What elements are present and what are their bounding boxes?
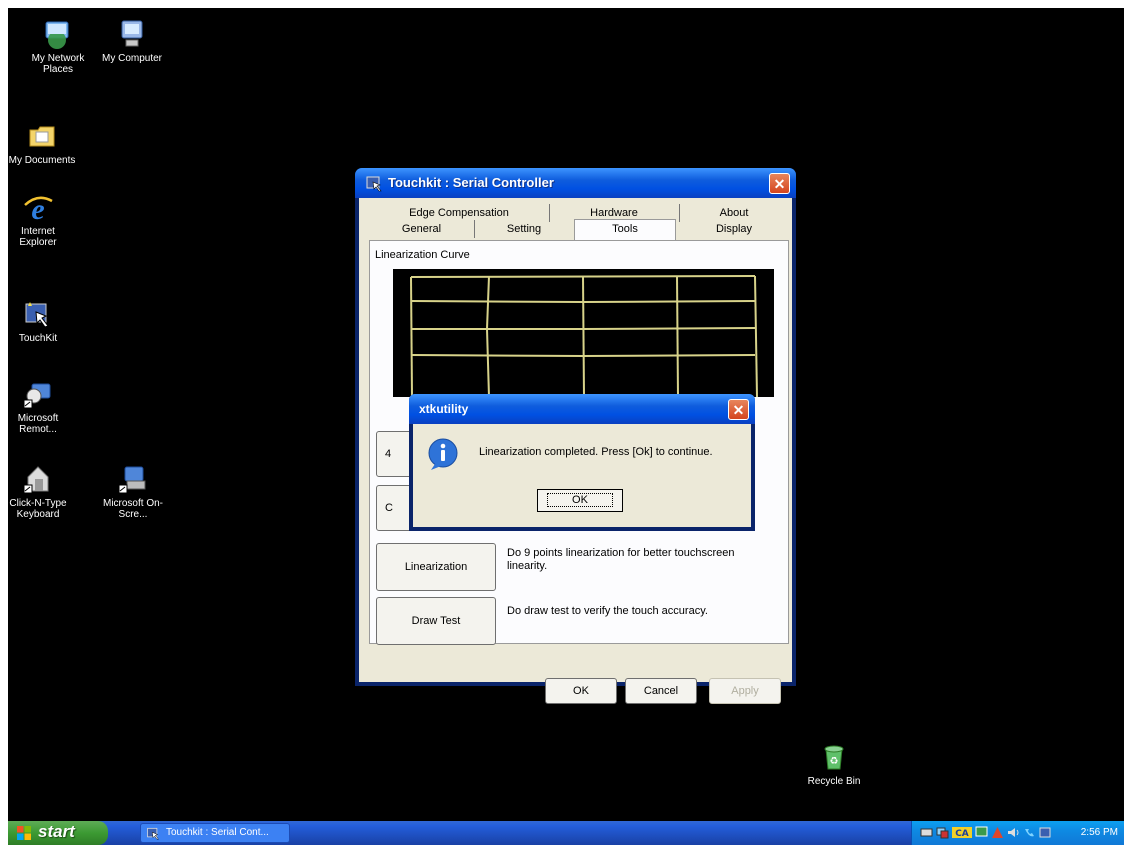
tab-setting[interactable]: Setting: [474, 220, 575, 238]
recycle-bin-icon: ♻: [824, 745, 844, 770]
desktop-icon-internet-explorer[interactable]: e Internet Explorer: [8, 191, 73, 248]
linearization-description: Do 9 points linearization for better tou…: [507, 547, 735, 572]
folder-icon: [29, 126, 55, 147]
desktop-icon-recycle-bin[interactable]: ♻ Recycle Bin: [794, 741, 874, 787]
desktop: My Network Places My Computer My Documen…: [8, 8, 1124, 845]
windows-logo-icon: [17, 826, 31, 840]
draw-test-button[interactable]: Draw Test: [376, 597, 496, 645]
desktop-icon-my-documents[interactable]: My Documents: [8, 120, 82, 166]
desktop-icon-touchkit[interactable]: TouchKit: [8, 298, 73, 344]
remote-desktop-icon: [23, 383, 51, 409]
touchkit-icon: [147, 827, 159, 840]
clock: 2:56 PM: [1080, 827, 1118, 838]
alert-tray-icon[interactable]: [991, 826, 1004, 839]
dialog-title-bar[interactable]: xtkutility ✕: [409, 394, 755, 424]
ok-button[interactable]: OK: [545, 678, 617, 704]
dialog-body: Linearization completed. Press [Ok] to c…: [413, 424, 751, 527]
linearization-curve-graph: [393, 269, 774, 397]
cancel-button[interactable]: Cancel: [625, 678, 697, 704]
internet-explorer-icon: e: [24, 193, 53, 223]
curve-line-v3: [582, 275, 585, 397]
apply-button: Apply: [709, 678, 781, 704]
close-icon: ✕: [773, 176, 786, 192]
window-title-bar[interactable]: Touchkit : Serial Controller ✕: [355, 168, 796, 198]
touchkit-icon: [25, 302, 49, 328]
ca-tray-icon[interactable]: CA: [952, 826, 972, 839]
desktop-icon-ms-remote[interactable]: Microsoft Remot...: [8, 378, 73, 435]
touchkit-icon: [366, 176, 382, 192]
keyboard-tray-icon[interactable]: [920, 826, 933, 839]
start-label: start: [38, 822, 75, 841]
keyboard-icon: [23, 466, 49, 494]
desktop-icon-clickntype[interactable]: Click-N-Type Keyboard: [8, 463, 73, 520]
system-tray: CA 2:56 PM: [911, 821, 1124, 845]
dialog-close-button[interactable]: ✕: [728, 399, 749, 420]
volume-tray-icon[interactable]: [1007, 826, 1020, 839]
desktop-icon-my-computer[interactable]: My Computer: [92, 18, 172, 64]
dialog-message: Linearization completed. Press [Ok] to c…: [479, 446, 713, 458]
dialog-title: xtkutility: [419, 402, 469, 416]
svg-text:CA: CA: [955, 829, 969, 839]
taskbar: start Touchkit : Serial Cont... CA 2:56 …: [8, 821, 1124, 845]
touch-tray-icon[interactable]: [1039, 826, 1052, 839]
draw-test-description: Do draw test to verify the touch accurac…: [507, 605, 708, 617]
monitor-tray-icon[interactable]: [975, 826, 988, 839]
start-button[interactable]: start: [8, 821, 108, 845]
close-button[interactable]: ✕: [769, 173, 790, 194]
dialog-ok-label: OK: [547, 493, 613, 507]
my-computer-icon: [121, 20, 143, 47]
curve-line-v4: [676, 275, 679, 397]
window-title: Touchkit : Serial Controller: [388, 175, 554, 190]
onscreen-keyboard-icon: [118, 466, 146, 494]
close-icon: ✕: [732, 402, 745, 418]
taskbar-item-touchkit[interactable]: Touchkit : Serial Cont...: [140, 823, 290, 843]
network-places-icon: [45, 21, 69, 49]
linearization-curve-label: Linearization Curve: [375, 249, 470, 261]
desktop-icon-network-places[interactable]: My Network Places: [18, 18, 98, 75]
tab-display[interactable]: Display: [679, 220, 789, 238]
tab-row-front: General Setting Tools Display: [369, 219, 789, 240]
taskbar-item-label: Touchkit : Serial Cont...: [166, 827, 269, 838]
linearization-button[interactable]: Linearization: [376, 543, 496, 591]
info-icon: [428, 438, 458, 470]
phone-tray-icon[interactable]: [1023, 826, 1036, 839]
svg-text:♻: ♻: [830, 756, 839, 767]
curve-line-v1: [410, 276, 413, 397]
desktop-icon-ms-onscreen[interactable]: Microsoft On-Scre...: [96, 463, 170, 520]
dialog-ok-button[interactable]: OK: [537, 489, 623, 512]
network-tray-icon[interactable]: [936, 826, 949, 839]
xtkutility-dialog: xtkutility ✕ Linearization completed. Pr…: [409, 394, 755, 531]
tab-general[interactable]: General: [369, 220, 475, 238]
tab-tools[interactable]: Tools: [574, 219, 676, 240]
